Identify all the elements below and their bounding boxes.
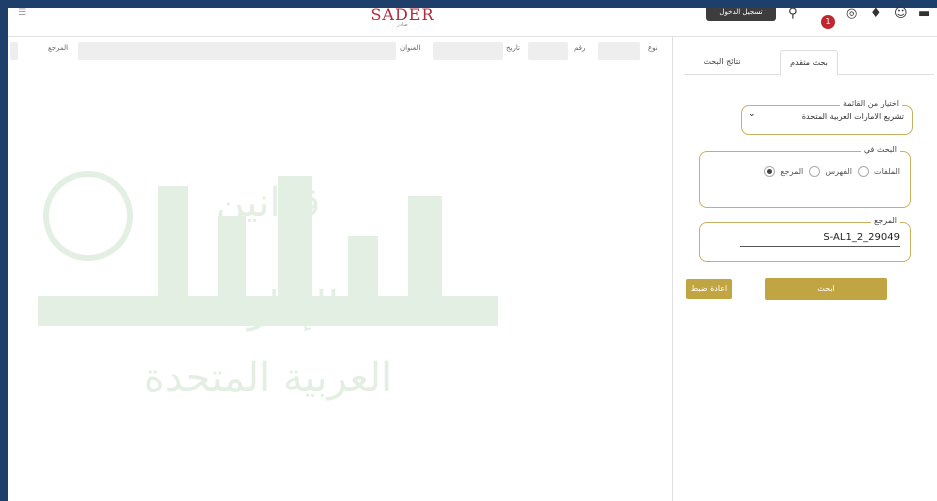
reference-input[interactable]: S-AL1_2_29049 bbox=[740, 232, 900, 247]
chevron-down-icon[interactable]: ⌄ bbox=[748, 109, 756, 119]
list-select-legend: اختيار من القائمة bbox=[839, 99, 902, 108]
results-pane: نوع رقم تاريخ العنوان المرجع قوانين الإم… bbox=[8, 36, 673, 501]
date-column-field[interactable] bbox=[433, 42, 503, 60]
menu-icon[interactable]: ☰ bbox=[18, 8, 26, 18]
list-select-box[interactable]: اختيار من القائمة تشريع الامارات العربية… bbox=[741, 99, 913, 135]
search-icon[interactable]: ⚲ bbox=[788, 6, 798, 21]
reference-field-group: المرجع S-AL1_2_29049 bbox=[699, 216, 911, 262]
reference-column-field[interactable] bbox=[10, 42, 18, 60]
top-header: ☰ SADER صادر تسجيل الدخول ⚲ 1 ◎ ♦ ☺ ▬ bbox=[8, 5, 937, 37]
reset-button[interactable]: اعادة ضبط bbox=[686, 279, 732, 299]
site-logo[interactable]: SADER صادر bbox=[360, 5, 445, 36]
radio-files-label: الملفات bbox=[874, 167, 900, 176]
number-column-label: رقم bbox=[574, 44, 586, 52]
radio-reference[interactable] bbox=[763, 166, 775, 177]
tab-advanced-search[interactable]: بحث متقدم bbox=[780, 50, 838, 76]
watermark-line3: العربية المتحدة bbox=[144, 355, 392, 401]
window-frame-left bbox=[0, 0, 8, 501]
type-column-label: نوع bbox=[648, 44, 658, 52]
number-column-field[interactable] bbox=[528, 42, 568, 60]
reference-legend: المرجع bbox=[871, 216, 900, 225]
date-column-label: تاريخ bbox=[506, 44, 520, 52]
user-icon[interactable]: ☺ bbox=[894, 6, 908, 21]
logo-text: SADER bbox=[370, 5, 435, 24]
search-panel: بحث متقدم نتائج البحث اختيار من القائمة … bbox=[674, 36, 937, 501]
reference-column-label: المرجع bbox=[48, 44, 69, 52]
search-in-options: الملفات الفهرس المرجع bbox=[761, 166, 900, 177]
watermark-line2: الإمارات bbox=[197, 282, 339, 331]
bell-icon[interactable]: ♦ bbox=[870, 6, 882, 21]
tab-search-results[interactable]: نتائج البحث bbox=[692, 50, 752, 74]
watermark-logo: قوانين الإمارات العربية المتحدة bbox=[38, 171, 498, 401]
results-column-bar: نوع رقم تاريخ العنوان المرجع bbox=[8, 42, 672, 62]
type-column-field[interactable] bbox=[598, 42, 640, 60]
search-in-group: البحث في الملفات الفهرس المرجع bbox=[699, 145, 911, 208]
notification-badge[interactable]: 1 bbox=[821, 15, 835, 29]
radio-reference-label: المرجع bbox=[780, 167, 804, 176]
account-button[interactable]: تسجيل الدخول bbox=[706, 8, 776, 21]
radio-index[interactable] bbox=[808, 166, 820, 177]
watermark-line1: قوانين bbox=[216, 180, 321, 226]
globe-icon[interactable]: ◎ bbox=[846, 6, 857, 21]
search-button[interactable]: ابحث bbox=[765, 278, 887, 300]
title-column-label: العنوان bbox=[400, 44, 421, 52]
title-column-field[interactable] bbox=[78, 42, 396, 60]
radio-files[interactable] bbox=[857, 166, 869, 177]
tab-bar: بحث متقدم نتائج البحث bbox=[684, 46, 934, 76]
menu-bars-icon[interactable]: ▬ bbox=[918, 6, 930, 21]
list-select-value: تشريع الامارات العربية المتحدة bbox=[801, 112, 904, 121]
search-in-legend: البحث في bbox=[860, 145, 900, 154]
radio-index-label: الفهرس bbox=[825, 167, 852, 176]
